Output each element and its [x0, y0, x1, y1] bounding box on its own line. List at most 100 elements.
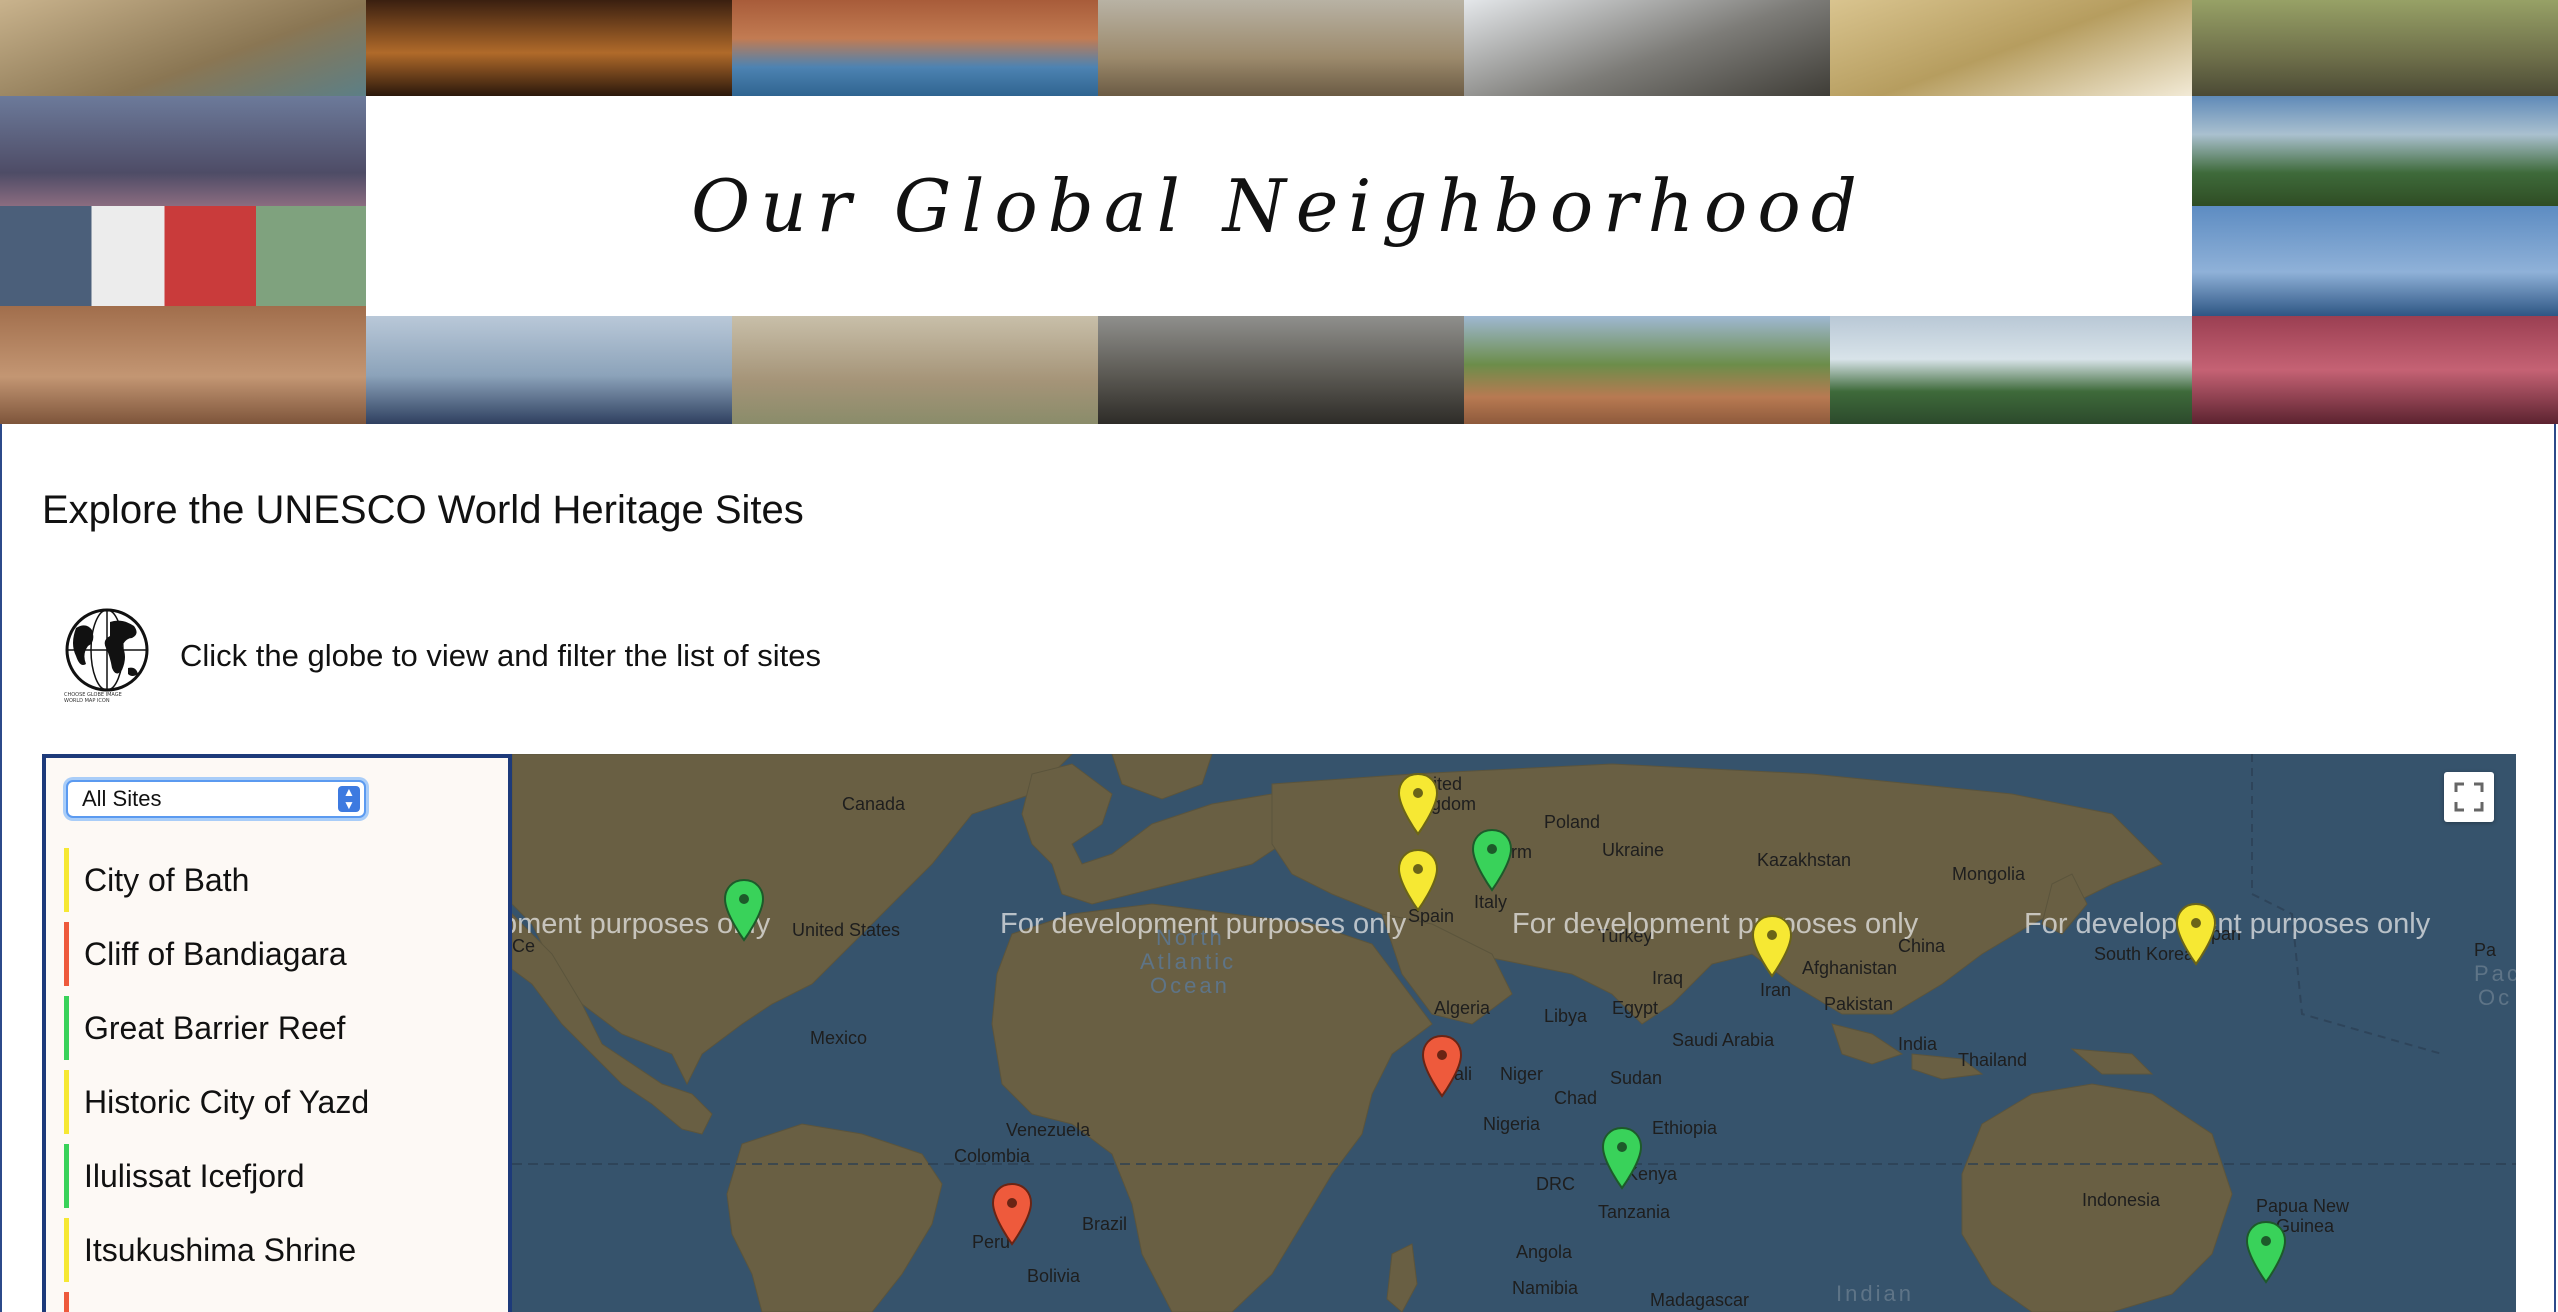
- map-label: Algeria: [1434, 998, 1491, 1018]
- map-pin-icon[interactable]: [2174, 902, 2218, 966]
- photo-tile-sphinx-pyramid: [1098, 0, 1464, 96]
- map-pin-icon[interactable]: [2244, 1220, 2288, 1284]
- photo-tile-taj-mahal: [0, 96, 366, 206]
- map-label: India: [1898, 1034, 1938, 1054]
- map-label: Pa: [2474, 940, 2497, 960]
- sites-map-panel: All Sites ▲ ▼ City of Bath Cliff of Bandi…: [42, 754, 2516, 1312]
- photo-tile-prayer-flags: [0, 206, 366, 306]
- map-label: DRC: [1536, 1174, 1575, 1194]
- world-map[interactable]: Canada United Kingdom Poland Germ Ukrain…: [512, 754, 2516, 1312]
- map-label: Namibia: [1512, 1278, 1579, 1298]
- globe-hint-text: Click the globe to view and filter the l…: [180, 638, 821, 673]
- map-pin-icon[interactable]: [1600, 1126, 1644, 1190]
- map-label: Indonesia: [2082, 1190, 2161, 1210]
- site-item-label: Historic City of Yazd: [84, 1084, 370, 1120]
- photo-tile-night-church: [366, 0, 732, 96]
- map-label: Colombia: [954, 1146, 1031, 1166]
- map-label: Canada: [842, 794, 906, 814]
- map-label: Angola: [1516, 1242, 1573, 1262]
- photo-tile-petra: [0, 306, 366, 424]
- map-label: Iran: [1760, 980, 1792, 1000]
- dev-watermark: For development purposes only: [1000, 908, 1407, 940]
- map-label: Saudi Arabia: [1672, 1030, 1775, 1050]
- site-item-city-of-bath[interactable]: City of Bath: [64, 848, 369, 912]
- site-item-itsukushima-shrine[interactable]: Itsukushima Shrine: [64, 1218, 369, 1282]
- photo-tile-horse-carriages: [1098, 316, 1464, 424]
- map-label: Poland: [1544, 812, 1601, 832]
- header-photo-collage: Our Global Neighborhood: [0, 0, 2558, 424]
- site-status-bar: [64, 1292, 69, 1312]
- site-item-label: Great Barrier Reef: [84, 1010, 346, 1046]
- photo-tile-snowy-mountains: [1464, 0, 1830, 96]
- sites-sidebar: All Sites ▲ ▼ City of Bath Cliff of Bandi…: [42, 754, 512, 1312]
- map-label: Brazil: [1082, 1214, 1128, 1234]
- map-label: Mongolia: [1952, 864, 2026, 884]
- site-filter-select[interactable]: All Sites ▲ ▼: [66, 780, 366, 818]
- site-item-historic-city-of-yazd[interactable]: Historic City of Yazd: [64, 1070, 369, 1134]
- ocean-label: Pac: [2474, 961, 2516, 986]
- map-pin-icon[interactable]: [1396, 848, 1440, 912]
- map-label: Tanzania: [1598, 1202, 1671, 1222]
- map-label: Pakistan: [1824, 994, 1894, 1014]
- dev-watermark: For development purposes only: [2024, 908, 2431, 940]
- fullscreen-icon[interactable]: [2444, 772, 2494, 822]
- map-pin-icon[interactable]: [1470, 828, 1514, 892]
- map-pin-icon[interactable]: [990, 1182, 1034, 1246]
- map-label: United States: [792, 920, 901, 940]
- photo-tile-red-lake: [2192, 316, 2558, 424]
- ocean-label: Indian: [1836, 1281, 1914, 1306]
- photo-tile-elephants: [2192, 0, 2558, 96]
- site-filter-value: All Sites: [82, 786, 162, 811]
- map-label: Nigeria: [1483, 1114, 1541, 1134]
- map-pin-icon[interactable]: [1396, 772, 1440, 836]
- photo-tile-prague-river: [732, 0, 1098, 96]
- map-label: Mexico: [810, 1028, 868, 1048]
- map-label: Iraq: [1652, 968, 1684, 988]
- chevron-updown-icon: ▲ ▼: [338, 786, 360, 812]
- map-label: Papua New: [2256, 1196, 2350, 1216]
- site-item-cliff-of-bandiagara[interactable]: Cliff of Bandiagara: [64, 922, 369, 986]
- site-status-bar: [64, 848, 69, 912]
- site-list: City of Bath Cliff of Bandiagara Great B…: [64, 848, 369, 1312]
- site-status-bar: [64, 1144, 69, 1208]
- site-status-bar: [64, 922, 69, 986]
- map-pin-icon[interactable]: [1420, 1034, 1464, 1098]
- map-label: Ethiopia: [1652, 1118, 1718, 1138]
- map-label: Sudan: [1610, 1068, 1663, 1088]
- photo-tile-colonial-town: [1464, 316, 1830, 424]
- photo-tile-venice-gondolas: [366, 316, 732, 424]
- map-label: Thailand: [1958, 1050, 2028, 1070]
- ocean-label: Ocean: [1150, 973, 1230, 998]
- site-item-label: Cliff of Bandiagara: [84, 936, 347, 972]
- globe-icon[interactable]: CHOOSE GLOBE IMAGE WORLD MAP ICON: [62, 608, 152, 704]
- photo-tile-patagonia: [2192, 96, 2558, 206]
- map-pin-icon[interactable]: [722, 878, 766, 942]
- map-label: Madagascar: [1650, 1290, 1750, 1310]
- map-label: Bolivia: [1027, 1266, 1081, 1286]
- site-item-partial[interactable]: [64, 1292, 369, 1312]
- map-pin-icon[interactable]: [1750, 914, 1794, 978]
- map-label: Chad: [1554, 1088, 1598, 1108]
- site-item-label: Itsukushima Shrine: [84, 1232, 357, 1268]
- map-label: Italy: [1474, 892, 1508, 912]
- site-item-label: City of Bath: [84, 862, 250, 898]
- site-item-great-barrier-reef[interactable]: Great Barrier Reef: [64, 996, 369, 1060]
- title-banner: Our Global Neighborhood: [366, 96, 2192, 316]
- map-label: Libya: [1544, 1006, 1588, 1026]
- photo-tile-palace-interior: [1830, 0, 2192, 96]
- photo-tile-sydney-opera: [2192, 206, 2558, 316]
- photo-tile-waterfalls: [1830, 316, 2192, 424]
- site-status-bar: [64, 996, 69, 1060]
- map-label: Kazakhstan: [1757, 850, 1852, 870]
- dev-watermark: For development purposes only: [1512, 908, 1919, 940]
- site-status-bar: [64, 1218, 69, 1282]
- map-label: Niger: [1500, 1064, 1544, 1084]
- section-heading: Explore the UNESCO World Heritage Sites: [42, 488, 804, 532]
- ocean-label: Atlantic: [1140, 949, 1237, 974]
- map-label: Egypt: [1612, 998, 1659, 1018]
- site-item-ilulissat-icefjord[interactable]: Ilulissat Icefjord: [64, 1144, 369, 1208]
- site-title: Our Global Neighborhood: [691, 164, 1867, 248]
- ocean-label: Oc: [2478, 985, 2513, 1010]
- photo-tile-acropolis: [732, 316, 1098, 424]
- site-item-label: Ilulissat Icefjord: [84, 1158, 305, 1194]
